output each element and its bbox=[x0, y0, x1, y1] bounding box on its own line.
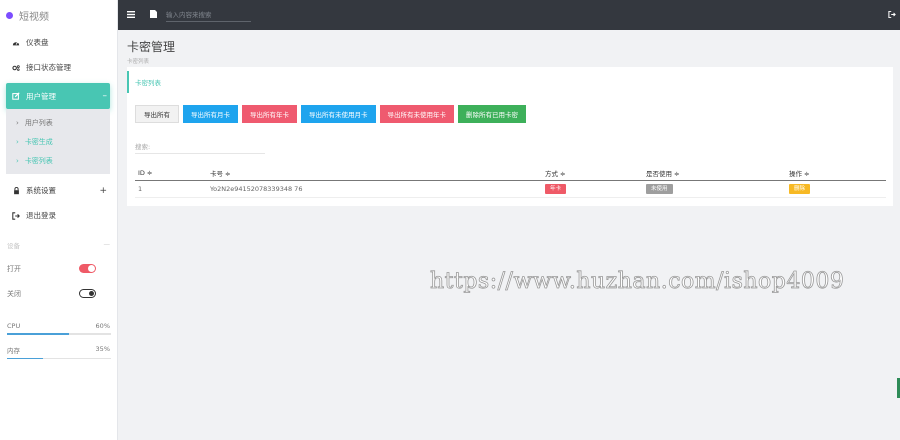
search-input[interactable] bbox=[166, 8, 251, 22]
list-icon[interactable] bbox=[126, 10, 136, 20]
progress-bar bbox=[7, 333, 111, 335]
progress-fill bbox=[7, 357, 44, 359]
cogs-icon bbox=[12, 64, 20, 72]
type-badge: 年卡 bbox=[545, 183, 567, 194]
cell-used: 未使用 bbox=[643, 180, 786, 198]
delete-used-button[interactable]: 删除所有已用卡密 bbox=[458, 105, 526, 123]
column-header-card[interactable]: 卡号 ≑ bbox=[207, 166, 542, 181]
sidebar-subitem-user-list[interactable]: › 用户列表 bbox=[6, 113, 110, 132]
sidebar-subitem-card-generate[interactable]: › 卡密生成 bbox=[6, 132, 110, 151]
table-search-field[interactable]: 搜索: bbox=[135, 139, 265, 154]
sidebar-item-system-settings[interactable]: 系统设置 + bbox=[0, 178, 117, 203]
chevron-right-icon: › bbox=[16, 156, 19, 165]
delete-button[interactable]: 删除 bbox=[789, 183, 811, 194]
sidebar-item-dashboard[interactable]: 仪表盘 bbox=[0, 30, 117, 55]
card-list-panel: 卡密列表 导出所有 导出所有月卡 导出所有年卡 导出所有未使用月卡 导出所有未使… bbox=[127, 67, 893, 206]
sidebar-item-logout[interactable]: 退出登录 bbox=[0, 203, 117, 228]
column-header-id[interactable]: ID ≑ bbox=[135, 166, 207, 181]
export-yearly-button[interactable]: 导出所有年卡 bbox=[242, 105, 297, 123]
sidebar-item-user-management[interactable]: 用户管理 – bbox=[6, 83, 110, 109]
sidebar-subitem-label: 用户列表 bbox=[24, 118, 53, 127]
stat-value: 60% bbox=[95, 322, 110, 330]
cell-id: 1 bbox=[135, 180, 207, 198]
expand-icon[interactable]: + bbox=[99, 186, 107, 196]
status-badge: 未使用 bbox=[646, 183, 673, 194]
export-unused-monthly-button[interactable]: 导出所有未使用月卡 bbox=[301, 105, 376, 123]
document-icon[interactable] bbox=[148, 10, 158, 20]
table-header-row: ID ≑ 卡号 ≑ 方式 ≑ 是否使用 ≑ 操作 ≑ bbox=[135, 166, 886, 181]
sidebar-item-label: 接口状态管理 bbox=[26, 63, 71, 72]
sidebar-item-label: 仪表盘 bbox=[26, 38, 49, 47]
cell-card-number: Yo2N2e94152078339348 76 bbox=[207, 180, 542, 198]
stat-label: 内存 bbox=[7, 346, 20, 355]
page-title: 卡密管理 bbox=[127, 40, 176, 54]
export-monthly-button[interactable]: 导出所有月卡 bbox=[183, 105, 238, 123]
sidebar-item-label: 系统设置 bbox=[26, 186, 56, 195]
cpu-stat: CPU 60% bbox=[0, 322, 117, 335]
export-toolbar: 导出所有 导出所有月卡 导出所有年卡 导出所有未使用月卡 导出所有未使用年卡 删… bbox=[135, 105, 526, 123]
submenu-user-management: › 用户列表 › 卡密生成 › 卡密列表 bbox=[6, 109, 110, 174]
page-heading: 卡密管理 卡密列表 bbox=[127, 38, 175, 65]
sidebar-subitem-label: 卡密列表 bbox=[24, 156, 53, 165]
toggle-label: 打开 bbox=[7, 264, 21, 273]
topbar bbox=[118, 0, 900, 30]
chevron-right-icon: › bbox=[16, 118, 19, 127]
page-subtitle: 卡密列表 bbox=[127, 59, 150, 65]
sidebar: 短视频 仪表盘 接口状态管理 用户管理 – › 用户列表 › 卡密生成 › 卡密… bbox=[0, 0, 118, 440]
memory-stat: 内存 35% bbox=[0, 344, 117, 359]
progress-bar bbox=[7, 357, 111, 359]
sidebar-subitem-card-list[interactable]: › 卡密列表 bbox=[6, 151, 110, 170]
logout-icon[interactable] bbox=[888, 10, 896, 20]
table-row: 1 Yo2N2e94152078339348 76 年卡 未使用 删除 bbox=[135, 180, 886, 198]
toggle-row-open: 打开 bbox=[0, 256, 117, 281]
chevron-right-icon: › bbox=[16, 137, 19, 146]
sidebar-menu: 仪表盘 接口状态管理 用户管理 – bbox=[0, 30, 117, 109]
cell-action: 删除 bbox=[786, 180, 886, 198]
sidebar-item-label: 用户管理 bbox=[26, 91, 56, 101]
sidebar-item-api-status[interactable]: 接口状态管理 bbox=[0, 55, 117, 80]
toggle-row-close: 关闭 bbox=[0, 281, 117, 306]
lock-icon bbox=[12, 186, 20, 195]
cell-type: 年卡 bbox=[542, 180, 643, 198]
export-unused-yearly-button[interactable]: 导出所有未使用年卡 bbox=[379, 105, 454, 123]
column-header-used[interactable]: 是否使用 ≑ bbox=[643, 166, 786, 181]
collapse-icon[interactable]: – bbox=[103, 91, 108, 101]
card-title: 卡密列表 bbox=[127, 71, 893, 93]
export-all-button[interactable]: 导出所有 bbox=[135, 105, 179, 123]
device-section-label: 设备 bbox=[7, 242, 20, 250]
watermark: https://www.huzhan.com/ishop4009 bbox=[430, 269, 845, 295]
column-header-action[interactable]: 操作 ≑ bbox=[786, 166, 886, 181]
sidebar-item-label: 退出登录 bbox=[26, 211, 56, 220]
progress-fill bbox=[7, 333, 70, 335]
stat-label: CPU bbox=[7, 322, 21, 330]
device-section-sign: — bbox=[103, 240, 111, 248]
edit-icon bbox=[12, 92, 20, 100]
toggle-switch-on[interactable] bbox=[79, 264, 96, 273]
table-search-label: 搜索: bbox=[135, 143, 151, 151]
brand[interactable]: 短视频 bbox=[0, 0, 117, 30]
device-section-title: 设备 — bbox=[0, 240, 117, 250]
column-header-type[interactable]: 方式 ≑ bbox=[542, 166, 643, 181]
card-table: ID ≑ 卡号 ≑ 方式 ≑ 是否使用 ≑ 操作 ≑ 1 Yo2N2e94152… bbox=[135, 166, 886, 198]
stat-value: 35% bbox=[95, 344, 110, 353]
logout-icon bbox=[12, 211, 20, 220]
toggle-label: 关闭 bbox=[7, 289, 21, 298]
brand-name: 短视频 bbox=[19, 11, 49, 23]
toggle-switch-off[interactable] bbox=[79, 289, 96, 298]
sidebar-menu-bottom: 系统设置 + 退出登录 bbox=[0, 178, 117, 228]
brand-logo-icon bbox=[6, 11, 13, 19]
dashboard-icon bbox=[12, 39, 20, 47]
sidebar-subitem-label: 卡密生成 bbox=[24, 137, 53, 146]
